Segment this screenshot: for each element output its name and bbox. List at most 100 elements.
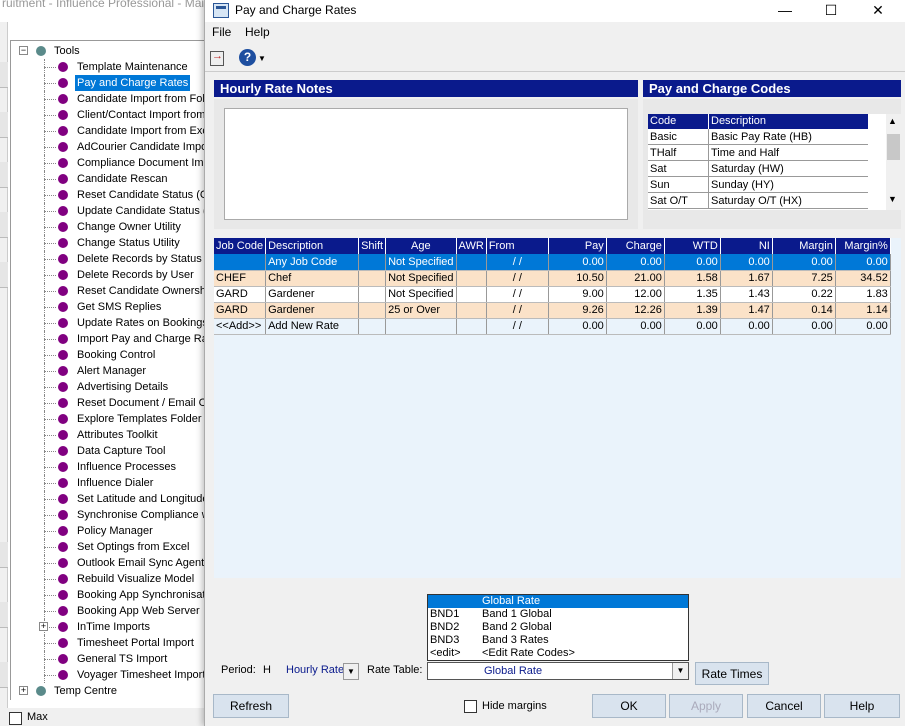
help-button[interactable]: Help [824, 694, 900, 718]
code-description-cell[interactable]: Saturday O/T (HX) [708, 193, 868, 209]
rate-cell[interactable]: Not Specified [385, 286, 457, 303]
rate-cell[interactable] [456, 286, 487, 303]
rate-cell[interactable]: 25 or Over [385, 302, 457, 319]
table-row[interactable]: <<Add>> Add New Rate / /0.00 0.00 0.00 0.00 0.… [214, 318, 891, 335]
rate-table-dropdown-list[interactable]: Global Rate BND1 Band 1 Global BND2 Band 2 G… [427, 594, 689, 661]
table-row[interactable]: GARD Gardener Not Specified / /9.00 12.00 1.3… [214, 286, 891, 303]
help-icon[interactable]: ? [239, 49, 256, 66]
code-description-cell[interactable]: Time and Half [708, 145, 868, 161]
tree-item[interactable]: Set Latitude and Longitudes [11, 491, 206, 507]
chevron-down-icon[interactable]: ▼ [672, 663, 688, 679]
rate-cell[interactable]: / / [486, 302, 549, 319]
rate-cell[interactable]: 1.83 [835, 286, 891, 303]
rate-cell[interactable]: Gardener [265, 302, 360, 319]
tree-item[interactable]: Change Status Utility [11, 235, 206, 251]
tree-item[interactable]: Policy Manager [11, 523, 206, 539]
rate-cell[interactable]: 34.52 [835, 270, 891, 287]
exit-icon[interactable] [210, 50, 224, 66]
rates-column-header[interactable]: Description [265, 238, 360, 254]
rate-cell[interactable]: 9.00 [548, 286, 607, 303]
tree-item[interactable]: Reset Candidate Ownership [11, 283, 206, 299]
rate-cell[interactable]: 0.00 [835, 318, 891, 335]
refresh-button[interactable]: Refresh [213, 694, 289, 718]
rate-cell[interactable]: 1.43 [720, 286, 773, 303]
rate-cell[interactable]: 1.67 [720, 270, 773, 287]
rate-cell[interactable]: 0.00 [664, 254, 721, 271]
tree-item[interactable]: Influence Dialer [11, 475, 206, 491]
tree-item[interactable]: AdCourier Candidate Impor [11, 139, 206, 155]
rate-cell[interactable]: 21.00 [606, 270, 665, 287]
rate-cell[interactable]: <<Add>> [214, 318, 267, 335]
tree-item[interactable]: Voyager Timesheet Import [11, 667, 206, 683]
tree-item[interactable]: Timesheet Portal Import [11, 635, 206, 651]
menu-help[interactable]: Help [245, 25, 270, 39]
rates-column-header[interactable]: Age [385, 238, 457, 254]
table-row[interactable]: Any Job Code Not Specified / /0.00 0.00 0.00… [214, 254, 891, 271]
rate-cell[interactable] [358, 318, 387, 335]
tree-item[interactable]: Booking App Web Server [11, 603, 206, 619]
rates-column-header[interactable]: Shift [358, 238, 387, 254]
tree-item[interactable]: Template Maintenance [11, 59, 206, 75]
rate-cell[interactable]: / / [486, 270, 549, 287]
rates-column-header[interactable]: Margin% [835, 238, 891, 254]
chevron-down-icon[interactable]: ▼ [258, 54, 266, 63]
rate-cell[interactable]: Not Specified [385, 270, 457, 287]
rate-cell[interactable]: 0.00 [606, 254, 665, 271]
rate-cell[interactable]: 0.22 [772, 286, 836, 303]
tree-item[interactable]: Set Optings from Excel [11, 539, 206, 555]
rate-cell[interactable]: 1.58 [664, 270, 721, 287]
code-cell[interactable]: Sat O/T [648, 193, 708, 209]
expand-icon[interactable]: + [39, 622, 48, 631]
rates-column-header[interactable]: Margin [772, 238, 836, 254]
rate-cell[interactable]: CHEF [214, 270, 267, 287]
rate-cell[interactable] [358, 254, 387, 271]
rate-cell[interactable] [214, 254, 267, 271]
tree-item[interactable]: InTime Imports + [11, 619, 206, 635]
codes-grid[interactable]: Code Description Basic Basic Pay Rate (HB… [648, 114, 886, 210]
rate-cell[interactable]: Add New Rate [265, 318, 360, 335]
rate-cell[interactable]: 0.00 [606, 318, 665, 335]
period-dropdown-icon[interactable]: ▼ [343, 663, 359, 680]
tree-item[interactable]: Update Candidate Status (E [11, 203, 206, 219]
scroll-down-icon[interactable]: ▼ [888, 194, 897, 204]
tree-item[interactable]: Get SMS Replies [11, 299, 206, 315]
rate-cell[interactable] [385, 318, 457, 335]
rate-cell[interactable]: GARD [214, 302, 267, 319]
code-description-cell[interactable]: Saturday (HW) [708, 161, 868, 177]
maximize-button[interactable]: ☐ [808, 0, 854, 22]
rates-column-header[interactable]: Charge [606, 238, 665, 254]
tree-item[interactable]: Pay and Charge Rates [11, 75, 206, 91]
rate-cell[interactable]: 1.39 [664, 302, 721, 319]
rates-column-header[interactable]: AWR [456, 238, 487, 254]
tree-item[interactable]: Change Owner Utility [11, 219, 206, 235]
tree-item[interactable]: Candidate Import from Folde [11, 91, 206, 107]
tree-item[interactable]: Synchronise Compliance w [11, 507, 206, 523]
close-button[interactable]: ✕ [855, 0, 901, 22]
table-row[interactable]: CHEF Chef Not Specified / /10.50 21.00 1.58 1.… [214, 270, 891, 287]
rate-cell[interactable] [358, 302, 387, 319]
dropdown-option[interactable]: BND3 Band 3 Rates [428, 634, 688, 647]
menu-file[interactable]: File [212, 25, 231, 39]
tree-item[interactable]: Rebuild Visualize Model [11, 571, 206, 587]
rate-cell[interactable]: 0.00 [772, 254, 836, 271]
tree-item[interactable]: Booking Control [11, 347, 206, 363]
code-cell[interactable]: THalf [648, 145, 708, 161]
tree-item[interactable]: Import Pay and Charge Rate [11, 331, 206, 347]
rate-cell[interactable]: 7.25 [772, 270, 836, 287]
rate-cell[interactable]: Not Specified [385, 254, 457, 271]
tree-item[interactable]: Data Capture Tool [11, 443, 206, 459]
code-description-cell[interactable]: Basic Pay Rate (HB) [708, 129, 868, 145]
dropdown-option[interactable]: BND2 Band 2 Global [428, 621, 688, 634]
dropdown-option[interactable]: Global Rate [428, 595, 688, 608]
rate-cell[interactable]: 10.50 [548, 270, 607, 287]
rate-cell[interactable]: 0.00 [548, 318, 607, 335]
table-row[interactable]: GARD Gardener 25 or Over / /9.26 12.26 1.39 1.… [214, 302, 891, 319]
rate-cell[interactable]: 9.26 [548, 302, 607, 319]
rate-cell[interactable]: 12.26 [606, 302, 665, 319]
dialog-titlebar[interactable]: Pay and Charge Rates — ☐ ✕ [205, 0, 905, 22]
rate-cell[interactable]: 0.00 [664, 318, 721, 335]
code-cell[interactable]: Basic [648, 129, 708, 145]
tree-item[interactable]: Candidate Rescan [11, 171, 206, 187]
rate-cell[interactable]: Gardener [265, 286, 360, 303]
tools-tree[interactable]: − Tools Template Maintenance Pay and Char… [10, 40, 206, 700]
